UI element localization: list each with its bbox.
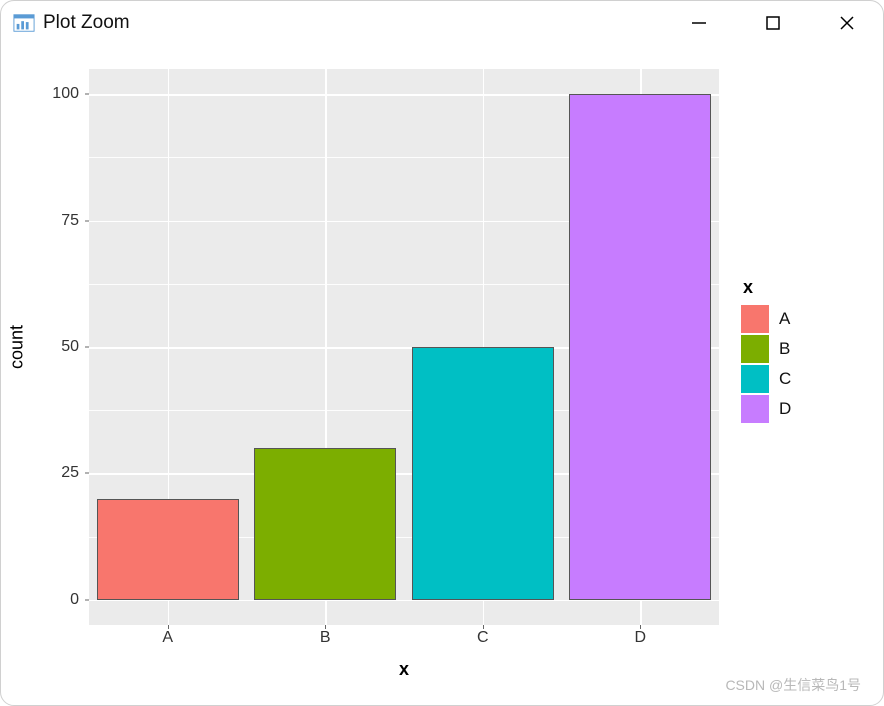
bar bbox=[97, 499, 239, 600]
app-icon bbox=[13, 12, 35, 34]
legend-item: A bbox=[741, 304, 871, 334]
y-tick-label: 25 bbox=[1, 464, 79, 482]
x-axis-label: x bbox=[399, 659, 409, 680]
legend-label: D bbox=[779, 399, 791, 419]
legend-swatch bbox=[741, 365, 769, 393]
legend: x ABCD bbox=[741, 277, 871, 424]
legend-item: C bbox=[741, 364, 871, 394]
x-tick-label: B bbox=[320, 629, 331, 647]
x-tick-label: D bbox=[634, 629, 646, 647]
window-controls bbox=[687, 11, 869, 35]
legend-title: x bbox=[741, 277, 871, 298]
legend-item: D bbox=[741, 394, 871, 424]
y-tick-label: 100 bbox=[1, 85, 79, 103]
y-tick-mark bbox=[85, 473, 89, 474]
legend-swatch bbox=[741, 395, 769, 423]
x-tick-mark bbox=[168, 625, 169, 629]
legend-label: A bbox=[779, 309, 790, 329]
watermark: CSDN @生信菜鸟1号 bbox=[725, 675, 861, 695]
x-tick-mark bbox=[640, 625, 641, 629]
y-tick-mark bbox=[85, 94, 89, 95]
x-tick-mark bbox=[483, 625, 484, 629]
y-tick-label: 75 bbox=[1, 212, 79, 230]
chart-panel bbox=[89, 69, 719, 625]
legend-label: B bbox=[779, 339, 790, 359]
legend-swatch bbox=[741, 305, 769, 333]
bar bbox=[254, 448, 396, 600]
legend-item: B bbox=[741, 334, 871, 364]
y-tick-mark bbox=[85, 347, 89, 348]
legend-label: C bbox=[779, 369, 791, 389]
plot-area: count x x ABCD CSDN @生信菜鸟1号 0255075100AB… bbox=[1, 45, 883, 705]
y-tick-label: 50 bbox=[1, 338, 79, 356]
close-button[interactable] bbox=[835, 11, 859, 35]
app-window: Plot Zoom count x x ABCD CSDN @生信菜鸟1号 02… bbox=[0, 0, 884, 706]
gridline-h bbox=[89, 600, 719, 602]
y-tick-mark bbox=[85, 220, 89, 221]
y-tick-label: 0 bbox=[1, 591, 79, 609]
x-tick-label: A bbox=[162, 629, 173, 647]
x-tick-label: C bbox=[477, 629, 489, 647]
minimize-button[interactable] bbox=[687, 11, 711, 35]
x-tick-mark bbox=[325, 625, 326, 629]
y-tick-mark bbox=[85, 599, 89, 600]
bar bbox=[412, 347, 554, 600]
legend-swatch bbox=[741, 335, 769, 363]
window-title: Plot Zoom bbox=[43, 12, 130, 34]
bar bbox=[569, 94, 711, 599]
titlebar: Plot Zoom bbox=[1, 1, 883, 45]
maximize-button[interactable] bbox=[761, 11, 785, 35]
